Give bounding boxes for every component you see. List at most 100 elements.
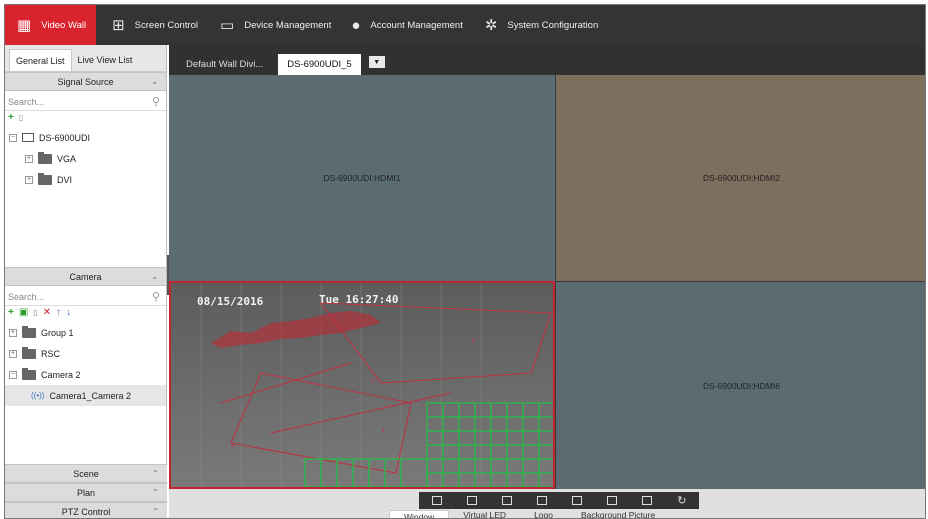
collapse-icon[interactable]: −: [9, 133, 17, 142]
window-edit-icon[interactable]: [536, 496, 547, 505]
nav-label: Screen Control: [134, 19, 199, 31]
tab-default-wall[interactable]: Default Wall Divi...: [177, 54, 272, 75]
screen-grid-icon: ⊞: [112, 17, 125, 34]
left-panel: General List Live View List Signal Sourc…: [5, 45, 167, 518]
camera-header[interactable]: Camera ⌄: [5, 267, 166, 286]
video-wall-icon: ▦: [17, 17, 32, 34]
tree-item-camera2[interactable]: − Camera 2: [5, 364, 166, 385]
camera-tree: + Group 1 + RSC − Camera 2 ((•)) Camera1…: [5, 319, 166, 406]
screen-hdmi1[interactable]: DS-6900UDI:HDMI1: [169, 75, 555, 281]
collapse-icon[interactable]: −: [9, 370, 17, 379]
window-layer-icon[interactable]: [501, 496, 512, 505]
wall-tools: ↻: [419, 492, 699, 509]
nav-device-management[interactable]: ▭ Device Management: [212, 5, 339, 45]
move-up-icon[interactable]: ↑: [56, 307, 61, 318]
roam-window-icon[interactable]: [466, 496, 477, 505]
tree-label: DVI: [57, 174, 73, 185]
screen-camera-feed[interactable]: + + + + 08/15/2016 Tue 16:27:40: [169, 281, 555, 489]
main-area: Default Wall Divi... DS-6900UDI_5 ▼ DS-6…: [169, 45, 925, 518]
tab-window[interactable]: Window: [389, 510, 450, 518]
window-split-icon[interactable]: [571, 496, 582, 505]
tree-item-vga[interactable]: + VGA: [5, 148, 166, 169]
overlay-date: 08/15/2016: [197, 295, 264, 308]
wall-dropdown-icon[interactable]: ▼: [368, 56, 385, 68]
tree-label: Camera 2: [41, 369, 81, 380]
copy-icon[interactable]: ▯: [33, 308, 37, 317]
device-icon: ▭: [220, 17, 235, 34]
expand-icon[interactable]: +: [9, 349, 17, 358]
search-icon[interactable]: ⚲: [152, 95, 160, 108]
nav-screen-control[interactable]: ⊞ Screen Control: [104, 5, 206, 45]
video-wall: DS-6900UDI:HDMI1 DS-6900UDI:HDMI2 + + + …: [169, 75, 925, 489]
search-placeholder: Search...: [8, 291, 45, 302]
svg-text:+: +: [371, 377, 375, 385]
folder-icon: [22, 346, 36, 359]
nav-account-management[interactable]: ● Account Management: [343, 5, 470, 45]
expand-icon[interactable]: +: [25, 154, 33, 163]
window-clear-icon[interactable]: [607, 496, 618, 505]
app-window: ▦ Video Wall ⊞ Screen Control ▭ Device M…: [4, 4, 926, 519]
plan-header[interactable]: Plan ⌃: [5, 483, 167, 502]
gear-icon: ✲: [484, 17, 498, 34]
section-title: Plan: [76, 487, 95, 498]
signal-tree: − DS-6900UDI + VGA + DVI: [5, 124, 166, 264]
import-icon[interactable]: ▣: [19, 307, 28, 318]
thermal-video-feed: + + + + 08/15/2016 Tue 16:27:40: [171, 283, 553, 487]
chevron-up-icon: ⌃: [152, 469, 159, 478]
expand-icon[interactable]: +: [9, 328, 17, 337]
folder-icon: [38, 151, 52, 164]
tree-label: VGA: [57, 153, 77, 164]
screen-label: DS-6900UDI:HDMI1: [323, 173, 401, 183]
camera-search-input[interactable]: Search... ⚲: [5, 288, 166, 306]
monitor-icon: [22, 133, 34, 142]
tree-item-device[interactable]: − DS-6900UDI: [5, 127, 166, 148]
camera-toolbar: + ▣ ▯ ✕ ↑ ↓: [5, 306, 166, 319]
add-icon[interactable]: +: [8, 112, 14, 123]
tree-item-group1[interactable]: + Group 1: [5, 322, 166, 343]
screen-hdmi2[interactable]: DS-6900UDI:HDMI2: [556, 75, 925, 281]
tree-label: Camera1_Camera 2: [49, 390, 132, 401]
signal-toolbar: + ▯: [5, 111, 166, 124]
delete-icon[interactable]: ✕: [43, 307, 51, 318]
nav-label: Account Management: [370, 19, 463, 31]
section-title: Camera: [69, 271, 102, 282]
tab-general-list[interactable]: General List: [9, 49, 72, 71]
tree-item-camera1-camera2[interactable]: ((•)) Camera1_Camera 2: [5, 385, 166, 406]
left-bottom-sections: Scene ⌃ Plan ⌃ PTZ Control ⌃: [5, 464, 167, 518]
bottom-toolbar: ↻ Window Virtual LED Logo Background Pic…: [169, 489, 925, 518]
section-title: Signal Source: [57, 76, 114, 87]
tree-item-rsc[interactable]: + RSC: [5, 343, 166, 364]
chevron-up-icon: ⌃: [152, 488, 159, 497]
camera-signal-icon: ((•)): [31, 391, 45, 400]
bottom-tabs: Window Virtual LED Logo Background Pictu…: [389, 510, 669, 518]
ptz-control-header[interactable]: PTZ Control ⌃: [5, 502, 167, 518]
tree-item-dvi[interactable]: + DVI: [5, 169, 166, 190]
signal-search-input[interactable]: Search... ⚲: [5, 93, 166, 111]
nav-system-configuration[interactable]: ✲ System Configuration: [477, 5, 606, 45]
refresh-icon[interactable]: ↻: [677, 494, 686, 507]
copy-icon[interactable]: ▯: [19, 113, 23, 122]
add-icon[interactable]: +: [8, 307, 14, 318]
tab-live-view-list[interactable]: Live View List: [72, 49, 139, 71]
tab-ds-6900udi-5[interactable]: DS-6900UDI_5: [278, 54, 361, 75]
tab-virtual-led[interactable]: Virtual LED: [449, 510, 520, 518]
search-placeholder: Search...: [8, 96, 45, 107]
signal-source-header[interactable]: Signal Source ⌄: [5, 72, 166, 91]
tree-label: RSC: [41, 348, 61, 359]
tab-background-picture[interactable]: Background Picture: [567, 510, 669, 518]
scene-header[interactable]: Scene ⌃: [5, 464, 167, 483]
folder-icon: [22, 367, 36, 380]
screen-hdmi6[interactable]: DS-6900UDI:HDMI6: [556, 282, 925, 489]
window-fullscreen-icon[interactable]: [642, 496, 653, 505]
move-down-icon[interactable]: ↓: [66, 307, 71, 318]
open-window-icon[interactable]: [431, 496, 442, 505]
tab-logo[interactable]: Logo: [520, 510, 567, 518]
screen-label: DS-6900UDI:HDMI6: [703, 380, 780, 391]
search-icon[interactable]: ⚲: [152, 290, 160, 303]
chevron-down-icon: ⌄: [151, 77, 158, 86]
section-title: PTZ Control: [61, 506, 111, 517]
svg-text:+: +: [471, 337, 475, 345]
expand-icon[interactable]: +: [25, 175, 33, 184]
nav-video-wall[interactable]: ▦ Video Wall: [5, 5, 97, 45]
nav-label: System Configuration: [507, 19, 599, 31]
